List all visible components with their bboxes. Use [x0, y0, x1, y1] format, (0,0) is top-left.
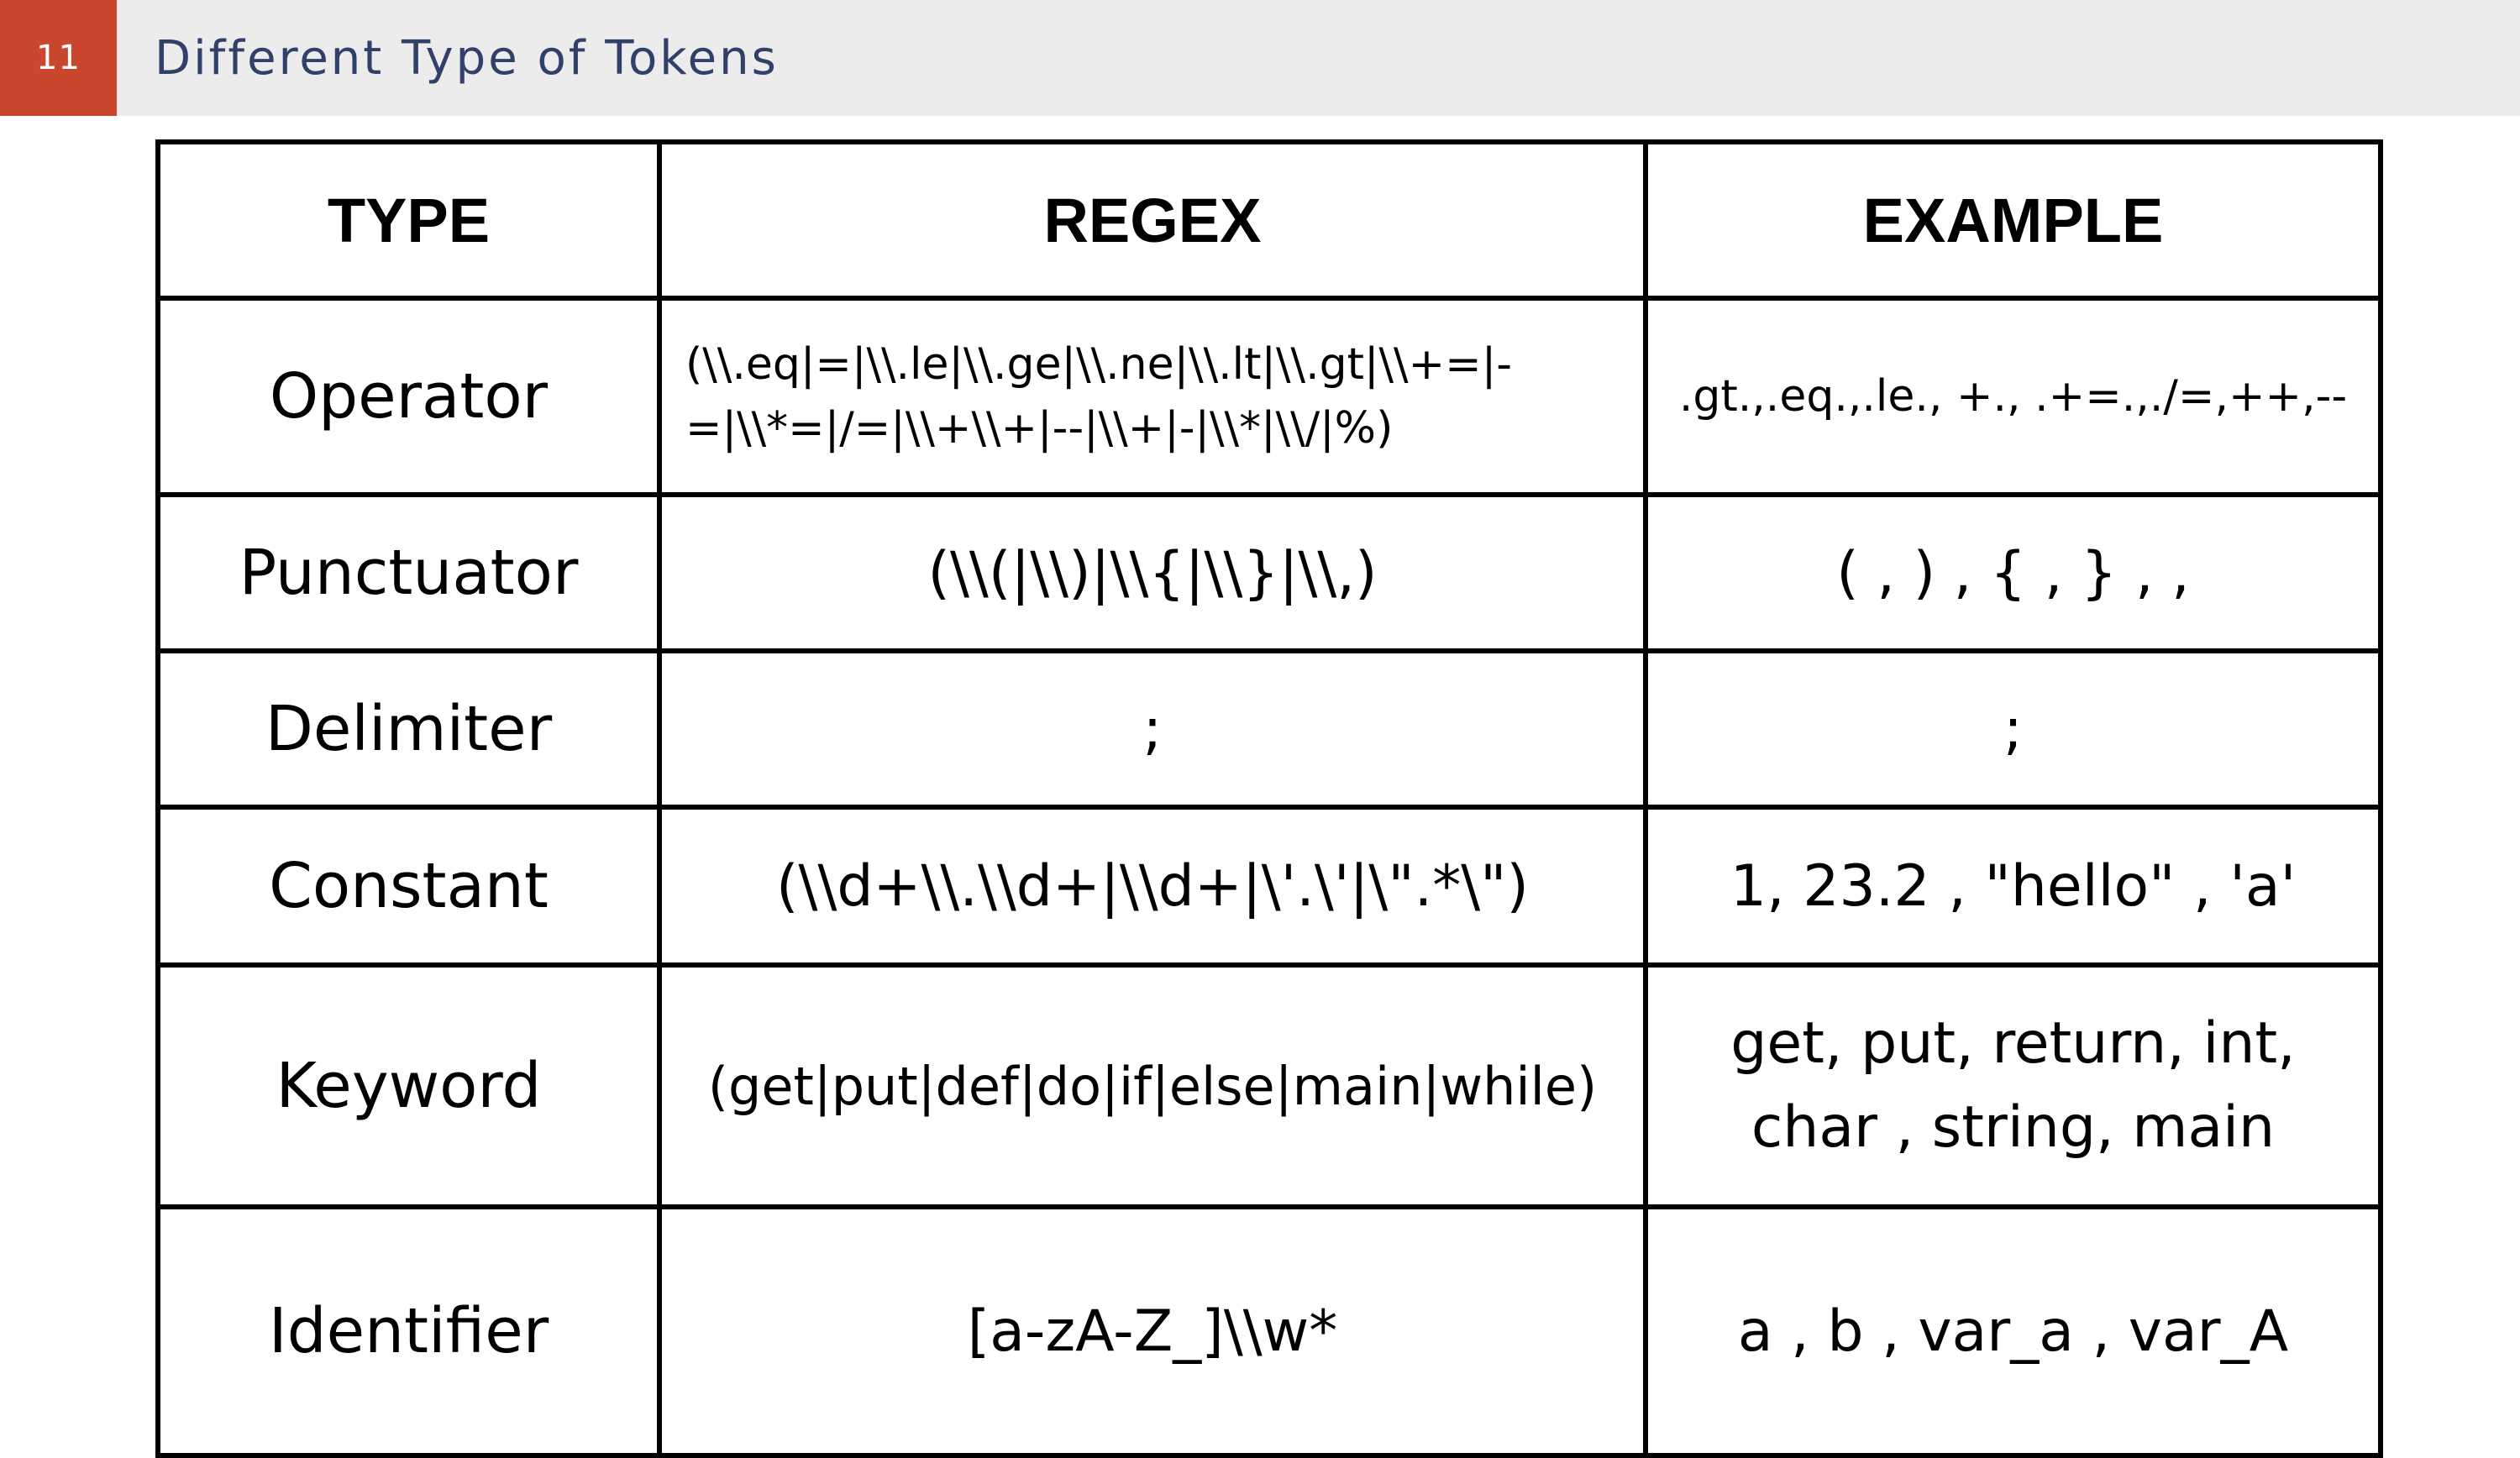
cell-example: ; [1643, 648, 2383, 810]
cell-type: Delimiter [155, 648, 662, 810]
table-row-delimiter: Delimiter ; ; [155, 648, 2383, 810]
slide-title: Different Type of Tokens [155, 30, 779, 86]
cell-example: get, put, return, int, char , string, ma… [1643, 962, 2383, 1209]
column-header-example: EXAMPLE [1643, 139, 2383, 301]
column-header-regex: REGEX [657, 139, 1648, 301]
tokens-table-container: TYPE REGEX EXAMPLE Operator (\\.eq|=|\\.… [155, 139, 2383, 1458]
tokens-table: TYPE REGEX EXAMPLE Operator (\\.eq|=|\\.… [155, 139, 2383, 1458]
cell-type: Identifier [155, 1204, 662, 1458]
cell-type: Keyword [155, 962, 662, 1209]
cell-regex: [a-zA-Z_]\\w* [657, 1204, 1648, 1458]
table-row-operator: Operator (\\.eq|=|\\.le|\\.ge|\\.ne|\\.l… [155, 296, 2383, 497]
cell-example: a , b , var_a , var_A [1643, 1204, 2383, 1458]
cell-regex: ; [657, 648, 1648, 810]
cell-type: Constant [155, 805, 662, 968]
cell-example: ( , ) , { , } , , [1643, 492, 2383, 653]
cell-regex: (get|put|def|do|if|else|main|while) [657, 962, 1648, 1209]
table-row-constant: Constant (\\d+\\.\\d+|\\d+|\'.\'|\".*\")… [155, 805, 2383, 968]
table-header-row: TYPE REGEX EXAMPLE [155, 139, 2383, 301]
slide-number: 11 [0, 0, 117, 116]
cell-example: .gt.,.eq.,.le., +., .+=.,./=,++,-- [1643, 296, 2383, 497]
table-row-identifier: Identifier [a-zA-Z_]\\w* a , b , var_a ,… [155, 1204, 2383, 1458]
cell-type: Punctuator [155, 492, 662, 653]
cell-regex: (\\.eq|=|\\.le|\\.ge|\\.ne|\\.lt|\\.gt|\… [657, 296, 1648, 497]
column-header-type: TYPE [155, 139, 662, 301]
cell-example: 1, 23.2 , "hello" , 'a' [1643, 805, 2383, 968]
cell-regex: (\\(|\\)|\\{|\\}|\\,) [657, 492, 1648, 653]
table-row-keyword: Keyword (get|put|def|do|if|else|main|whi… [155, 962, 2383, 1209]
cell-type: Operator [155, 296, 662, 497]
table-row-punctuator: Punctuator (\\(|\\)|\\{|\\}|\\,) ( , ) ,… [155, 492, 2383, 653]
title-bar: 11 Different Type of Tokens [0, 0, 2520, 116]
cell-regex: (\\d+\\.\\d+|\\d+|\'.\'|\".*\") [657, 805, 1648, 968]
